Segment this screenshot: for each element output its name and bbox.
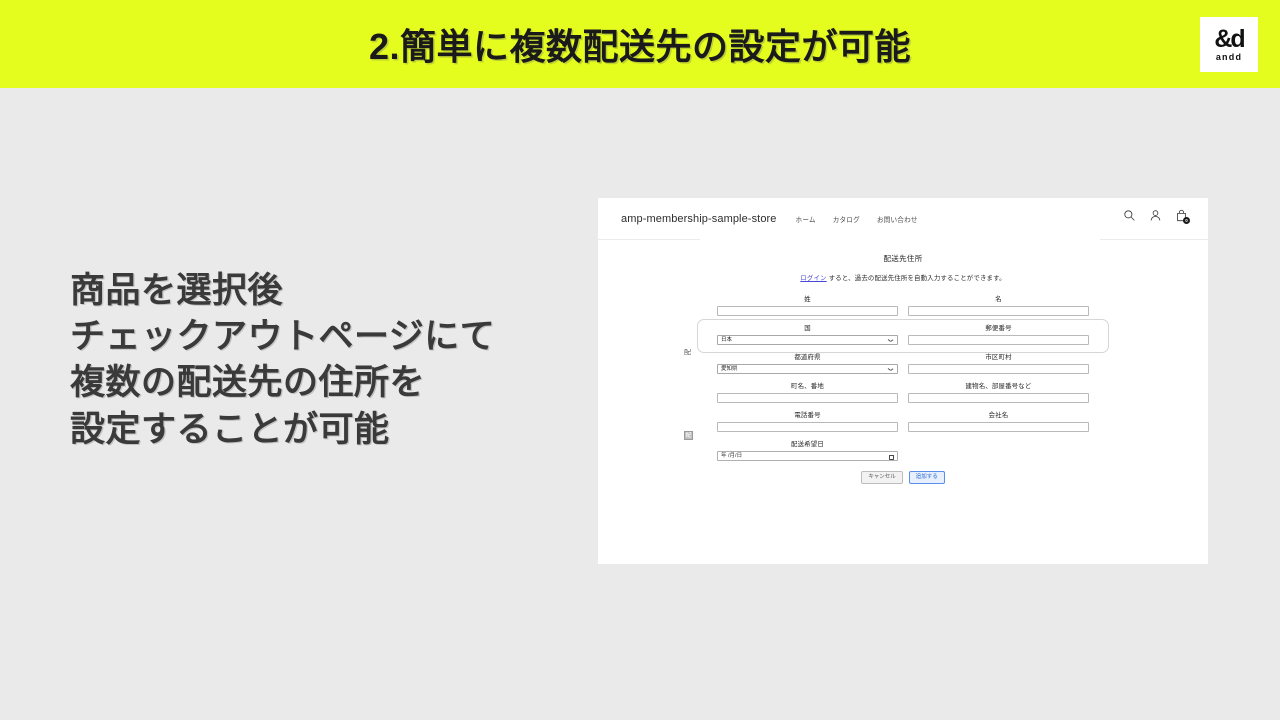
- label-prefecture: 都道府県: [794, 354, 821, 361]
- label-last-name: 姓: [804, 296, 811, 303]
- description-copy: 商品を選択後 チェックアウトページにて 複数の配送先の住所を 設定することが可能: [70, 268, 610, 453]
- country-select[interactable]: 日本: [717, 335, 898, 345]
- label-country: 国: [804, 325, 811, 332]
- form-row-country-wrap: 国 日本 郵便番号: [697, 319, 1109, 353]
- edge-stub-top: 配: [684, 349, 691, 356]
- copy-line-1: 商品を選択後: [70, 271, 284, 310]
- search-icon[interactable]: [1123, 209, 1136, 222]
- phone-field[interactable]: [717, 422, 898, 432]
- logo-wordmark: andd: [1215, 52, 1243, 62]
- field-city: 市区町村: [908, 352, 1089, 374]
- chevron-down-icon: [888, 368, 893, 371]
- company-field[interactable]: [908, 422, 1089, 432]
- header-icon-group: 0: [1123, 209, 1190, 224]
- copy-line-4: 設定することが可能: [70, 409, 390, 449]
- address-line2-field[interactable]: [908, 393, 1089, 403]
- form-grid: 姓 名 国 日本 郵便番号 都道府県 愛知県 市区町村 町名、番地 建物名、部屋…: [697, 294, 1109, 484]
- form-row-street: 町名、番地 建物名、部屋番号など: [717, 381, 1089, 403]
- form-row-name: 姓 名: [717, 294, 1089, 316]
- label-postal-code: 郵便番号: [985, 325, 1012, 332]
- cancel-button[interactable]: キャンセル: [861, 471, 903, 484]
- postal-code-field[interactable]: [908, 335, 1089, 345]
- account-icon[interactable]: [1149, 209, 1162, 222]
- city-field[interactable]: [908, 364, 1089, 374]
- cart-count-badge: 0: [1183, 217, 1190, 224]
- form-row-region: 都道府県 愛知県 市区町村: [717, 352, 1089, 374]
- prefecture-select-value: 愛知県: [721, 366, 738, 372]
- first-name-field[interactable]: [908, 306, 1089, 316]
- slide-banner: 2.簡単に複数配送先の設定が可能 &d andd: [0, 0, 1280, 88]
- form-actions: キャンセル 追加する: [717, 471, 1089, 484]
- login-note-text: すると、過去の配送先住所を自動入力することができます。: [828, 275, 1006, 282]
- field-country: 国 日本: [717, 323, 898, 345]
- checkout-screenshot: amp-membership-sample-store ホーム カタログ お問い…: [598, 198, 1208, 564]
- field-company: 会社名: [908, 410, 1089, 432]
- add-address-button[interactable]: 追加する: [908, 471, 945, 484]
- page-title: 2.簡単に複数配送先の設定が可能: [368, 26, 912, 67]
- delivery-date-value: 年 /月/日: [721, 453, 743, 459]
- field-first-name: 名: [908, 294, 1089, 316]
- cart-icon[interactable]: 0: [1175, 209, 1190, 224]
- login-note: ログイン すると、過去の配送先住所を自動入力することができます。: [598, 273, 1208, 282]
- nav-item-home[interactable]: ホーム: [796, 214, 816, 224]
- field-postal-code: 郵便番号: [908, 323, 1089, 345]
- nav-item-catalog[interactable]: カタログ: [833, 214, 860, 224]
- copy-line-2: チェックアウトページにて: [70, 317, 496, 357]
- form-row-delivery-date: 配送希望日 年 /月/日: [717, 439, 1089, 461]
- edge-stub-bottom: 配: [684, 431, 693, 440]
- brand-logo: &d andd: [1200, 17, 1258, 72]
- store-nav: ホーム カタログ お問い合わせ: [796, 214, 918, 224]
- store-name[interactable]: amp-membership-sample-store: [621, 213, 777, 225]
- field-phone: 電話番号: [717, 410, 898, 432]
- store-header: amp-membership-sample-store ホーム カタログ お問い…: [598, 198, 1208, 240]
- delivery-date-field[interactable]: 年 /月/日: [717, 451, 898, 461]
- label-company: 会社名: [988, 412, 1009, 419]
- form-row-country: 国 日本 郵便番号: [717, 323, 1089, 345]
- prefecture-select[interactable]: 愛知県: [717, 364, 898, 374]
- form-row-contact: 電話番号 会社名: [717, 410, 1089, 432]
- field-last-name: 姓: [717, 294, 898, 316]
- shipping-address-form: 配送先住所 ログイン すると、過去の配送先住所を自動入力することができます。 配…: [598, 239, 1208, 484]
- label-delivery-date: 配送希望日: [791, 441, 824, 448]
- logo-mark: &d: [1214, 25, 1245, 53]
- label-first-name: 名: [995, 296, 1002, 303]
- label-address-line2: 建物名、部屋番号など: [965, 383, 1032, 390]
- address-line1-field[interactable]: [717, 393, 898, 403]
- field-prefecture: 都道府県 愛知県: [717, 352, 898, 374]
- chevron-down-icon: [888, 339, 893, 342]
- form-title: 配送先住所: [883, 254, 923, 263]
- nav-item-contact[interactable]: お問い合わせ: [877, 214, 918, 224]
- label-city: 市区町村: [985, 354, 1012, 361]
- field-address-line1: 町名、番地: [717, 381, 898, 403]
- field-delivery-date: 配送希望日 年 /月/日: [717, 439, 898, 461]
- label-address-line1: 町名、番地: [791, 383, 824, 390]
- country-select-value: 日本: [721, 337, 733, 343]
- label-phone: 電話番号: [794, 412, 821, 419]
- last-name-field[interactable]: [717, 306, 898, 316]
- calendar-icon[interactable]: [888, 454, 894, 460]
- login-link[interactable]: ログイン: [800, 275, 826, 282]
- field-address-line2: 建物名、部屋番号など: [908, 381, 1089, 403]
- copy-line-3: 複数の配送先の住所を: [70, 363, 426, 403]
